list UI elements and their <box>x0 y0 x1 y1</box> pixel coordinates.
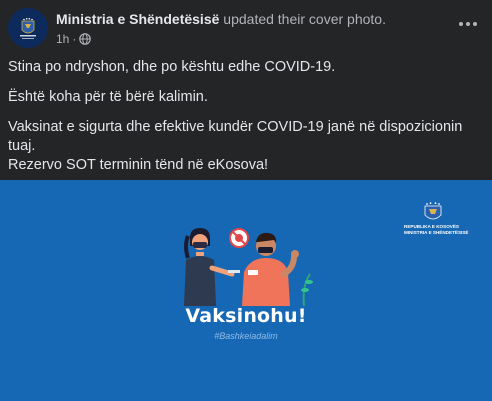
campaign-title: Vaksinohu! <box>185 305 307 327</box>
post-time[interactable]: 1h <box>56 32 69 46</box>
post-action-text: updated their cover photo. <box>219 11 386 27</box>
author-name[interactable]: Ministria e Shëndetësisë <box>56 11 219 27</box>
kosovo-coat-of-arms-icon <box>424 202 442 220</box>
vaccination-illustration <box>184 228 313 306</box>
post-author-line: Ministria e Shëndetësisë updated their c… <box>56 11 386 27</box>
ministry-seal-icon <box>8 8 48 48</box>
post-header: Ministria e Shëndetësisë updated their c… <box>0 0 492 52</box>
globe-icon[interactable] <box>79 33 92 45</box>
cover-photo[interactable]: REPUBLIKA E KOSOVËS MINISTRIA E SHËNDETË… <box>0 180 492 401</box>
campaign-hashtag: #Bashkeiadalim <box>214 331 278 341</box>
post-text: Stina po ndryshon, dhe po kështu edhe CO… <box>8 58 484 175</box>
logo-line-2: MINISTRIA E SHËNDETËSISË <box>404 230 469 235</box>
post-line: Stina po ndryshon, dhe po kështu edhe CO… <box>8 59 336 75</box>
post-line: Rezervo SOT terminin tënd në eKosova! <box>8 157 269 173</box>
meta-separator: · <box>72 32 77 46</box>
avatar[interactable] <box>8 8 48 48</box>
logo-caption: REPUBLIKA E KOSOVËS MINISTRIA E SHËNDETË… <box>404 224 474 236</box>
post-meta: 1h · <box>56 32 92 46</box>
more-icon[interactable] <box>454 12 482 36</box>
post-line: Është koha për të bërë kalimin. <box>8 89 208 105</box>
post-line: Vaksinat e sigurta dhe efektive kundër C… <box>8 119 463 154</box>
